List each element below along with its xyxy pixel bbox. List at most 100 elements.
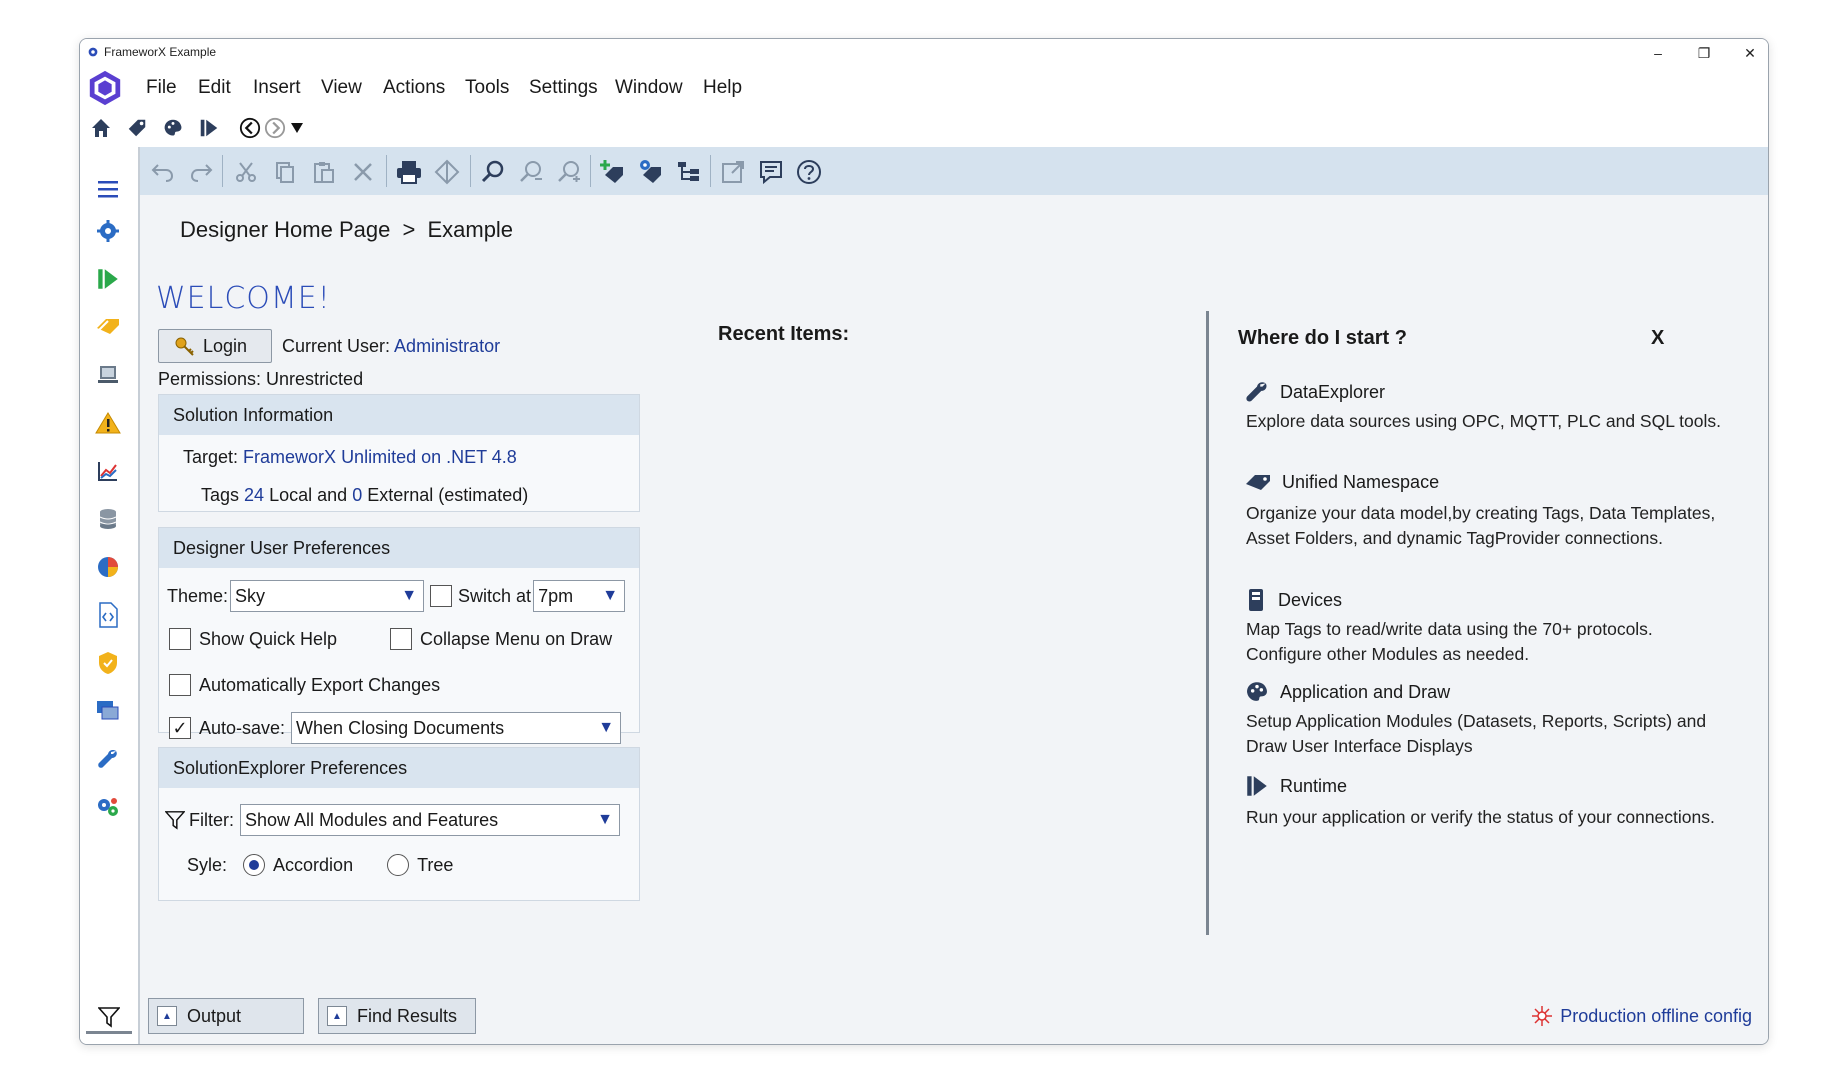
start-item-devices-desc: Map Tags to read/write data using the 70… (1246, 619, 1653, 664)
start-item-application-draw[interactable]: Application and Draw (1244, 679, 1450, 705)
login-button-label: Login (203, 335, 248, 356)
tag-icon (1246, 475, 1270, 490)
tags-local-text: Local and (269, 485, 348, 505)
reports-pie-icon[interactable] (94, 553, 122, 581)
start-item-application-draw-title: Application and Draw (1280, 681, 1451, 702)
modules-gears-icon[interactable] (94, 793, 122, 821)
solution-explorer-preferences-header: SolutionExplorer Preferences (159, 748, 639, 788)
history-dropdown-icon[interactable] (284, 115, 310, 141)
menu-edit[interactable]: Edit (198, 77, 231, 99)
target-label: Target: (183, 447, 239, 467)
comments-icon[interactable] (756, 157, 786, 187)
delete-icon[interactable] (348, 157, 378, 187)
filter-select[interactable]: Show All Modules and Features ▼ (240, 804, 620, 836)
tag-settings-icon[interactable] (636, 157, 666, 187)
status-text: Production offline config (1560, 1005, 1752, 1026)
recent-items-title: Recent Items: (718, 323, 850, 345)
cut-icon[interactable] (231, 157, 261, 187)
theme-select[interactable]: Sky ▼ (230, 580, 425, 612)
palette-icon (1247, 682, 1267, 701)
runtime-icon[interactable] (196, 115, 222, 141)
paste-icon[interactable] (309, 157, 339, 187)
switch-time-select[interactable]: 7pm ▼ (533, 580, 626, 612)
runtime-nav-icon[interactable] (94, 265, 122, 293)
auto-export-checkbox[interactable] (169, 674, 191, 696)
displays-windows-icon[interactable] (94, 697, 122, 725)
scripts-code-icon[interactable] (94, 601, 122, 629)
tags-label: Tags (201, 485, 240, 505)
print-icon[interactable] (394, 157, 424, 187)
find-icon[interactable] (478, 157, 508, 187)
new-tag-icon[interactable] (598, 157, 628, 187)
back-arrow-icon[interactable] (237, 115, 263, 141)
settings-gear-icon[interactable] (94, 217, 122, 245)
switch-at-checkbox[interactable] (430, 585, 453, 607)
palette-icon[interactable] (160, 115, 186, 141)
find-results-button[interactable]: ▲ Find Results (318, 998, 476, 1034)
frameworx-logo-icon (89, 70, 121, 106)
style-row: Syle: Accordion Tree (187, 854, 453, 876)
breadcrumb-home[interactable]: Designer Home Page (180, 217, 390, 242)
menu-settings[interactable]: Settings (529, 77, 598, 99)
maximize-button[interactable]: ❐ (1681, 41, 1727, 65)
find-previous-icon[interactable] (554, 157, 584, 187)
start-item-unified-namespace[interactable]: Unified Namespace (1244, 471, 1439, 493)
permissions-label: Permissions: (158, 369, 262, 389)
breadcrumb-current: Example (427, 217, 514, 242)
tags-row: Tags 24 Local and 0 External (estimated) (201, 485, 528, 506)
tree-structure-icon[interactable] (674, 157, 704, 187)
start-item-runtime-desc: Run your application or verify the statu… (1246, 807, 1715, 827)
copy-icon[interactable] (270, 157, 300, 187)
show-quick-help-checkbox[interactable] (169, 628, 191, 650)
close-window-button[interactable]: ✕ (1727, 41, 1768, 65)
style-label: Syle: (187, 854, 228, 875)
find-next-icon[interactable] (516, 157, 546, 187)
designer-preferences-panel: Designer User Preferences Theme: Sky ▼ S… (158, 527, 640, 744)
menu-tools[interactable]: Tools (465, 77, 509, 99)
auto-save-row: ✓ Auto-save: When Closing Documents ▼ (169, 712, 622, 744)
output-panel-label: Output (187, 1005, 242, 1026)
style-tree-radio[interactable] (387, 854, 410, 876)
tags-nav-icon[interactable] (94, 313, 122, 341)
redo-icon[interactable] (186, 157, 216, 187)
tag-icon[interactable] (124, 115, 150, 141)
output-panel-button[interactable]: ▲ Output (148, 998, 304, 1034)
security-shield-icon[interactable] (94, 649, 122, 677)
undo-icon[interactable] (148, 157, 178, 187)
devices-nav-icon[interactable] (94, 361, 122, 389)
home-icon[interactable] (88, 115, 114, 141)
hamburger-menu-icon[interactable] (94, 175, 122, 203)
tags-local-count: 24 (244, 485, 265, 505)
menu-view[interactable]: View (321, 77, 362, 99)
menu-help[interactable]: Help (703, 77, 742, 99)
style-accordion-radio[interactable] (243, 854, 266, 876)
toolbar-separator (590, 155, 591, 187)
tools-wrench-icon[interactable] (94, 745, 122, 773)
auto-save-label: Auto-save: (199, 717, 286, 738)
home-page-content: Designer Home Page > Example WELCOME! Lo… (140, 195, 1768, 986)
menu-window[interactable]: Window (615, 77, 683, 99)
auto-save-select[interactable]: When Closing Documents ▼ (291, 712, 622, 744)
alarms-warning-icon[interactable] (94, 409, 122, 437)
start-item-dataexplorer[interactable]: DataExplorer (1244, 379, 1385, 405)
menu-actions[interactable]: Actions (383, 77, 445, 99)
compare-icon[interactable] (432, 157, 462, 187)
menu-insert[interactable]: Insert (253, 77, 301, 99)
datasets-database-icon[interactable] (94, 505, 122, 533)
where-start-close-button[interactable]: X (1651, 327, 1664, 350)
filter-label: Filter: (189, 809, 234, 830)
auto-save-checkbox[interactable]: ✓ (169, 717, 191, 739)
runtime-icon (1247, 776, 1267, 796)
start-item-devices[interactable]: Devices (1244, 587, 1342, 613)
style-accordion-label: Accordion (273, 854, 354, 875)
start-item-runtime[interactable]: Runtime (1244, 773, 1347, 799)
login-button[interactable]: Login (158, 329, 272, 363)
help-icon[interactable] (794, 157, 824, 187)
filter-funnel-icon[interactable] (86, 1002, 132, 1034)
export-icon[interactable] (718, 157, 748, 187)
status-indicator[interactable]: Production offline config (1530, 1004, 1752, 1028)
historian-chart-icon[interactable] (94, 457, 122, 485)
minimize-button[interactable]: – (1635, 41, 1681, 65)
collapse-menu-checkbox[interactable] (390, 628, 412, 650)
menu-file[interactable]: File (146, 77, 177, 99)
